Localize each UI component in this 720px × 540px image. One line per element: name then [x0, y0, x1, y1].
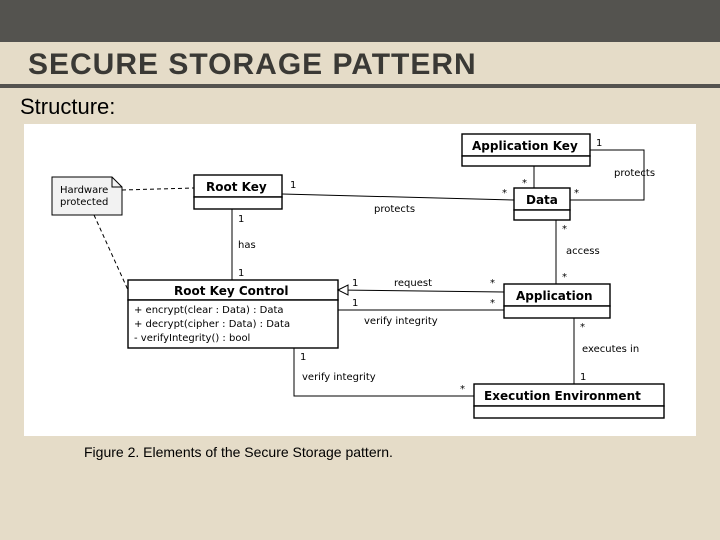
svg-text:verify integrity: verify integrity: [364, 316, 438, 327]
svg-text:1: 1: [580, 372, 586, 383]
svg-text:1: 1: [352, 278, 358, 289]
svg-text:*: *: [522, 178, 527, 189]
dep-note-rkc: [94, 215, 128, 290]
assoc-data-application: * access *: [556, 220, 600, 284]
svg-text:1: 1: [300, 352, 306, 363]
assoc-rootkey-data: 1 protects *: [282, 180, 514, 215]
svg-text:Execution Environment: Execution Environment: [484, 389, 641, 403]
svg-text:1: 1: [238, 268, 244, 279]
svg-text:1: 1: [596, 138, 602, 149]
svg-text:Root Key: Root Key: [206, 180, 267, 194]
svg-text:verify integrity: verify integrity: [302, 372, 376, 383]
svg-text:1: 1: [352, 298, 358, 309]
svg-text:*: *: [502, 188, 507, 199]
class-root-key: Root Key: [194, 175, 282, 209]
assoc-rkc-app-verify: 1 verify integrity *: [338, 298, 504, 327]
class-root-key-control: Root Key Control + encrypt(clear : Data)…: [128, 280, 338, 348]
page-title: SECURE STORAGE PATTERN: [0, 42, 720, 84]
svg-text:1: 1: [290, 180, 296, 191]
svg-text:*: *: [562, 272, 567, 283]
section-heading: Structure:: [0, 88, 720, 124]
svg-text:access: access: [566, 246, 600, 257]
assoc-app-env: * executes in 1: [574, 318, 639, 384]
svg-text:*: *: [562, 224, 567, 235]
svg-text:Application: Application: [516, 289, 593, 303]
svg-text:protects: protects: [614, 168, 655, 179]
figure-caption: Figure 2. Elements of the Secure Storage…: [0, 436, 720, 460]
class-application-key: Application Key: [462, 134, 590, 166]
svg-text:*: *: [490, 278, 495, 289]
assoc-rkc-app-request: 1 request *: [338, 278, 504, 295]
svg-text:+ decrypt(cipher : Data) : Dat: + decrypt(cipher : Data) : Data: [134, 319, 290, 330]
svg-text:Root Key Control: Root Key Control: [174, 284, 288, 298]
svg-text:Application Key: Application Key: [472, 139, 578, 153]
assoc-rootkey-rkc: 1 has 1: [232, 209, 256, 280]
svg-text:*: *: [490, 298, 495, 309]
class-application: Application: [504, 284, 610, 318]
class-execution-environment: Execution Environment: [474, 384, 664, 418]
assoc-rkc-env-verify: 1 verify integrity *: [294, 348, 474, 396]
note-text-1: Hardware: [60, 185, 108, 196]
dep-note-rootkey: [122, 188, 194, 190]
svg-text:- verifyIntegrity() : bool: - verifyIntegrity() : bool: [134, 333, 250, 344]
svg-text:*: *: [580, 322, 585, 333]
uml-diagram: Hardware protected Root Key Application …: [24, 124, 696, 436]
class-data: Data: [514, 188, 570, 220]
top-band: [0, 0, 720, 42]
svg-text:*: *: [574, 188, 579, 199]
svg-text:Data: Data: [526, 193, 558, 207]
svg-text:has: has: [238, 240, 256, 251]
svg-text:request: request: [394, 278, 432, 289]
note-hardware-protected: Hardware protected: [52, 177, 122, 215]
assoc-appkey-data-vert: *: [522, 166, 534, 189]
svg-text:protects: protects: [374, 204, 415, 215]
svg-text:protected: protected: [60, 197, 108, 208]
svg-text:1: 1: [238, 214, 244, 225]
svg-text:executes in: executes in: [582, 344, 639, 355]
svg-text:*: *: [460, 384, 465, 395]
svg-text:+ encrypt(clear : Data) : Data: + encrypt(clear : Data) : Data: [134, 305, 284, 316]
